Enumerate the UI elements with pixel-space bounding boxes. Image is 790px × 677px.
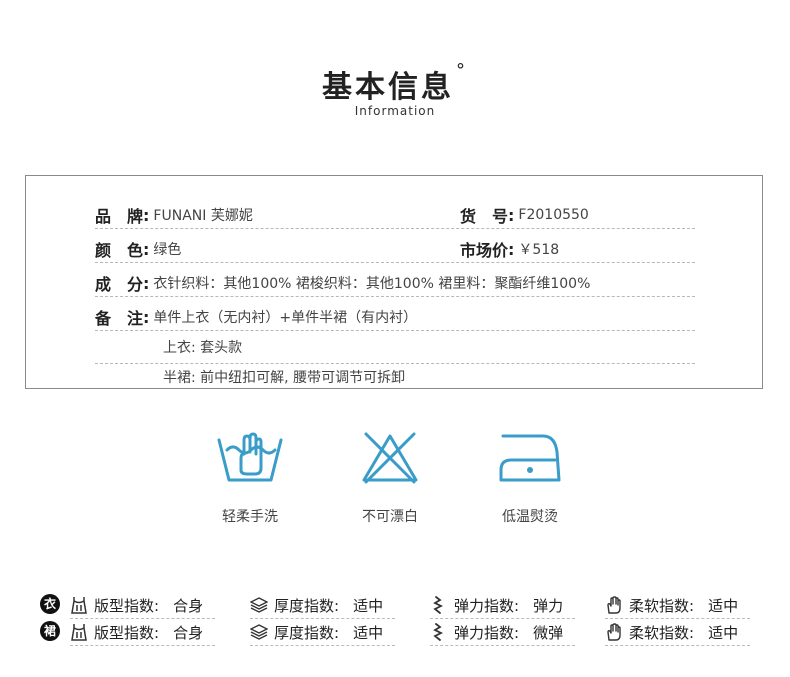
divider	[95, 296, 695, 297]
care-label: 不可漂白	[362, 509, 418, 525]
sku-row: 货 号: F2010550	[460, 204, 589, 227]
care-item-no-bleach: 不可漂白	[340, 430, 440, 526]
elasticity-index: 弹力指数: 弹力	[430, 593, 563, 617]
fit-index: 版型指数: 合身	[70, 620, 203, 644]
elasticity-index: 弹力指数: 微弹	[430, 620, 563, 644]
care-label: 低温熨烫	[502, 509, 558, 525]
composition-row: 成 分: 衣针织料：其他100% 裙梭织料：其他100% 裙里料：聚酯纤维100…	[95, 272, 591, 295]
divider	[95, 262, 695, 263]
color-value: 绿色	[153, 242, 182, 258]
softness-label: 柔软指数:	[629, 596, 695, 615]
badge-bottom: 裙	[40, 621, 60, 641]
index-row-bottom: 裙 版型指数: 合身 厚度指数: 适中 弹力指数: 微弹 柔软指数: 适中	[40, 620, 760, 646]
divider	[430, 618, 575, 619]
thickness-index: 厚度指数: 适中	[250, 620, 383, 644]
note-line-1: 单件上衣（无内衬）+单件半裙（有内衬）	[153, 310, 418, 326]
brand-colon: :	[143, 205, 150, 225]
note-colon: :	[143, 307, 150, 327]
fit-label: 版型指数:	[94, 596, 160, 615]
divider	[250, 645, 395, 646]
softness-value: 适中	[708, 623, 739, 642]
layers-icon	[250, 597, 268, 613]
divider	[605, 645, 750, 646]
section-title-text: 基本信息	[322, 70, 454, 105]
divider	[605, 618, 750, 619]
divider	[430, 645, 575, 646]
index-row-top: 衣 版型指数: 合身 厚度指数: 适中 弹力指数: 弹力 柔软指数: 适中	[40, 593, 760, 619]
composition-colon: :	[143, 273, 150, 293]
note-row-3: 半裙: 前中纽扣可解, 腰带可调节可拆卸	[163, 366, 405, 388]
thickness-label: 厚度指数:	[274, 596, 340, 615]
fit-label: 版型指数:	[94, 623, 160, 642]
elasticity-label: 弹力指数:	[454, 596, 520, 615]
layers-icon	[250, 624, 268, 640]
dress-icon	[71, 597, 87, 614]
divider	[250, 618, 395, 619]
note-line-2: 上衣: 套头款	[163, 340, 243, 356]
fit-value: 合身	[173, 623, 204, 642]
degree-mark: °	[456, 60, 468, 81]
softness-index: 柔软指数: 适中	[605, 593, 738, 617]
softness-value: 适中	[708, 596, 739, 615]
fit-value: 合身	[173, 596, 204, 615]
elasticity-label: 弹力指数:	[454, 623, 520, 642]
price-value: ￥518	[518, 242, 560, 258]
divider	[70, 645, 215, 646]
spring-icon	[433, 623, 444, 641]
section-subtitle: Information	[354, 104, 436, 118]
spring-icon	[433, 596, 444, 614]
price-colon: :	[508, 239, 515, 259]
sku-label: 货 号	[460, 207, 509, 226]
divider	[70, 618, 215, 619]
note-row: 备 注: 单件上衣（无内衬）+单件半裙（有内衬）	[95, 306, 418, 329]
thickness-value: 适中	[353, 596, 384, 615]
no-bleach-icon	[362, 432, 418, 484]
badge-top: 衣	[40, 594, 60, 614]
sku-colon: :	[508, 205, 515, 225]
color-label: 颜 色	[95, 241, 144, 260]
elasticity-value: 弹力	[533, 596, 564, 615]
care-label: 轻柔手洗	[222, 509, 278, 525]
hand-icon	[607, 596, 621, 614]
low-iron-icon	[499, 434, 561, 482]
price-row: 市场价: ￥518	[460, 238, 560, 261]
sku-value: F2010550	[518, 207, 589, 223]
color-colon: :	[143, 239, 150, 259]
thickness-label: 厚度指数:	[274, 623, 340, 642]
price-label: 市场价	[460, 241, 509, 260]
softness-index: 柔软指数: 适中	[605, 620, 738, 644]
brand-row: 品 牌: FUNANI 芙娜妮	[95, 204, 253, 227]
brand-value: FUNANI 芙娜妮	[153, 208, 253, 224]
section-title: 基本信息 °	[0, 60, 790, 106]
composition-label: 成 分	[95, 275, 144, 294]
divider	[95, 330, 695, 331]
color-row: 颜 色: 绿色	[95, 238, 182, 261]
care-item-low-iron: 低温熨烫	[480, 430, 580, 526]
hand-icon	[607, 623, 621, 641]
dress-icon	[71, 624, 87, 641]
divider	[95, 363, 695, 364]
thickness-value: 适中	[353, 623, 384, 642]
hand-wash-icon	[217, 432, 283, 482]
softness-label: 柔软指数:	[629, 623, 695, 642]
thickness-index: 厚度指数: 适中	[250, 593, 383, 617]
note-line-3: 半裙: 前中纽扣可解, 腰带可调节可拆卸	[163, 370, 406, 386]
brand-label: 品 牌	[95, 207, 144, 226]
care-item-hand-wash: 轻柔手洗	[200, 430, 300, 526]
note-label: 备 注	[95, 309, 144, 328]
note-row-2: 上衣: 套头款	[163, 336, 242, 358]
elasticity-value: 微弹	[533, 623, 564, 642]
divider	[95, 228, 695, 229]
fit-index: 版型指数: 合身	[70, 593, 203, 617]
composition-value: 衣针织料：其他100% 裙梭织料：其他100% 裙里料：聚酯纤维100%	[153, 276, 591, 292]
